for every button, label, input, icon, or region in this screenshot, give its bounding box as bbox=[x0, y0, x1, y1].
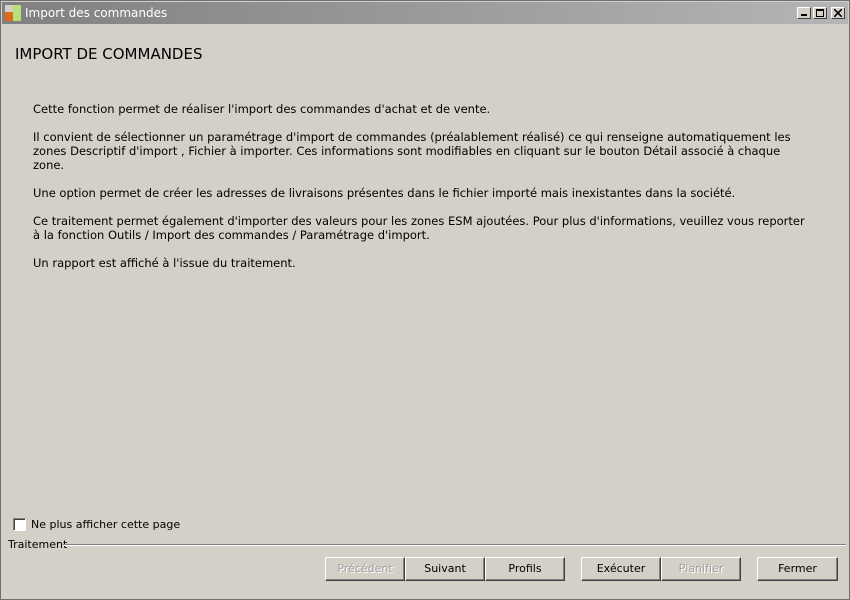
page-title: IMPORT DE COMMANDES bbox=[15, 45, 203, 63]
description-paragraph: Ce traitement permet également d'importe… bbox=[33, 214, 805, 242]
window-title: Import des commandes bbox=[25, 6, 168, 20]
hide-page-label[interactable]: Ne plus afficher cette page bbox=[31, 518, 180, 531]
description-paragraph: Un rapport est affiché à l'issue du trai… bbox=[33, 256, 296, 270]
close-button[interactable]: Fermer bbox=[757, 557, 838, 581]
maximize-button[interactable] bbox=[813, 7, 827, 19]
close-icon bbox=[834, 9, 842, 17]
hide-page-checkbox[interactable] bbox=[13, 517, 26, 531]
import-window: Import des commandes IMPORT DE COMMANDES… bbox=[0, 0, 850, 600]
previous-button[interactable]: Précédent bbox=[325, 557, 405, 581]
description: Cette fonction permet de réaliser l'impo… bbox=[33, 102, 813, 284]
next-button[interactable]: Suivant bbox=[405, 557, 485, 581]
title-bar[interactable]: Import des commandes bbox=[2, 2, 848, 24]
hide-page-option[interactable]: Ne plus afficher cette page bbox=[13, 517, 180, 531]
profiles-button[interactable]: Profils bbox=[485, 557, 565, 581]
group-divider bbox=[63, 544, 846, 546]
minimize-button[interactable] bbox=[797, 7, 811, 19]
execute-button[interactable]: Exécuter bbox=[581, 557, 661, 581]
schedule-button[interactable]: Planifier bbox=[661, 557, 741, 581]
treatment-group-label: Traitement bbox=[8, 538, 68, 551]
description-paragraph: Il convient de sélectionner un paramétra… bbox=[33, 130, 791, 172]
app-icon bbox=[5, 5, 21, 21]
description-paragraph: Cette fonction permet de réaliser l'impo… bbox=[33, 102, 491, 116]
description-paragraph: Une option permet de créer les adresses … bbox=[33, 186, 736, 200]
close-window-button[interactable] bbox=[831, 7, 845, 19]
